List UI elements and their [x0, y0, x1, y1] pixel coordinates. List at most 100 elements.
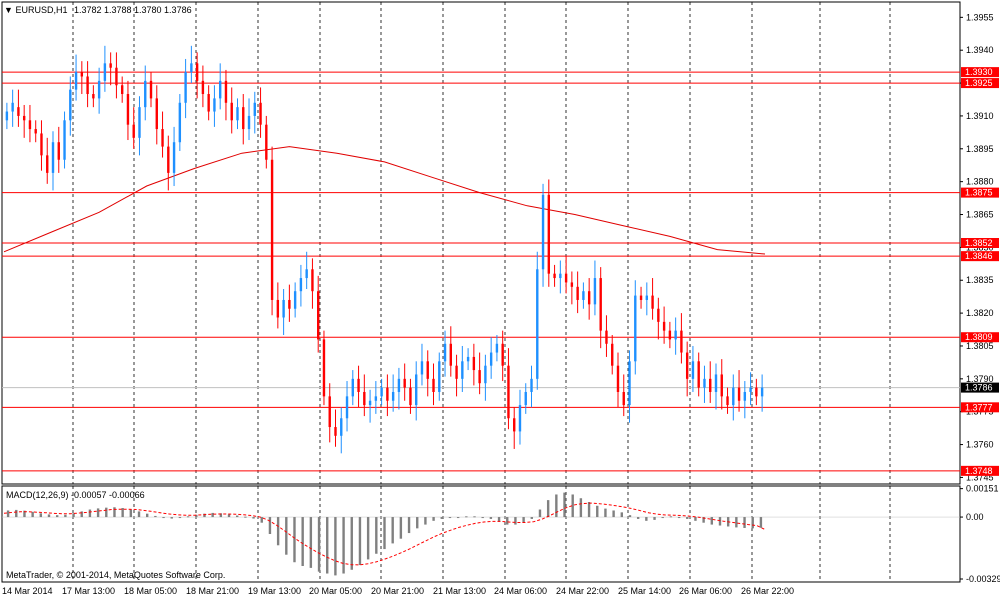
candle-body — [657, 308, 660, 322]
candle-body — [616, 365, 620, 392]
macd-bar — [366, 517, 370, 560]
copyright-text: MetaTrader, © 2001-2014, MetaQuotes Soft… — [6, 570, 226, 580]
candle-body — [126, 94, 130, 125]
price-axis-label: 1.3895 — [966, 144, 994, 154]
macd-bar — [506, 517, 509, 525]
macd-bar — [326, 517, 329, 574]
macd-bar — [735, 517, 738, 528]
time-axis-label: 25 Mar 14:00 — [618, 586, 671, 596]
macd-bar — [473, 516, 476, 518]
candle-body — [639, 295, 643, 300]
candle-body — [749, 387, 752, 392]
macd-bar — [317, 517, 321, 572]
candle-body — [507, 365, 510, 419]
macd-bar — [39, 513, 43, 518]
time-axis-label: 17 Mar 13:00 — [62, 586, 115, 596]
candle-body — [276, 299, 280, 318]
candle-body — [726, 396, 729, 406]
candle-body — [184, 72, 187, 103]
chart-toggle-icon[interactable]: ▼ — [4, 5, 13, 15]
candle-body — [282, 299, 285, 318]
price-axis-label: 1.3940 — [966, 45, 994, 55]
candle-body — [478, 370, 481, 384]
candle-body — [178, 102, 182, 143]
macd-bar — [645, 517, 648, 521]
candle-body — [472, 356, 476, 371]
candle-body — [530, 378, 533, 392]
candle-body — [605, 330, 608, 344]
macd-bar — [448, 517, 452, 519]
macd-bar — [465, 516, 468, 518]
candle-body — [161, 129, 164, 147]
candle-body — [115, 67, 118, 86]
macd-axis-label: -0.00329 — [966, 574, 1000, 584]
price-axis-label: 1.3820 — [966, 308, 994, 318]
macd-bar — [530, 517, 533, 519]
candle-body — [720, 374, 723, 397]
macd-bar — [358, 517, 362, 566]
candle-body — [576, 286, 579, 300]
candle-body — [69, 89, 72, 121]
candle-body — [328, 396, 331, 428]
candle-body — [305, 269, 308, 279]
macd-bar — [636, 517, 640, 519]
candle-body — [547, 194, 551, 274]
candle-body — [363, 391, 366, 406]
candle-body — [207, 94, 210, 112]
candle-body — [449, 343, 452, 366]
level-tag-label: 1.3846 — [965, 251, 993, 261]
candle-body — [97, 80, 101, 99]
price-axis-label: 1.3910 — [966, 111, 994, 121]
candle-body — [340, 418, 343, 436]
candle-body — [732, 387, 735, 406]
macd-bar — [162, 517, 165, 519]
macd-bar — [285, 517, 288, 555]
candle-body — [380, 387, 383, 397]
price-axis-label: 1.3880 — [966, 177, 994, 187]
candle-body — [662, 321, 666, 331]
candle-body — [80, 72, 84, 77]
time-axis-label: 18 Mar 05:00 — [124, 586, 177, 596]
candle-body — [611, 343, 614, 366]
macd-header: MACD(12,26,9) -0.00057 -0.00066 — [6, 490, 145, 500]
level-tag-label: 1.3852 — [965, 238, 993, 248]
candle-body — [587, 291, 591, 305]
candle-body — [40, 133, 43, 156]
candle-body — [103, 63, 107, 81]
macd-bar — [334, 517, 337, 576]
macd-bar — [579, 498, 583, 518]
candle-body — [559, 273, 562, 279]
candle-body — [582, 291, 585, 300]
candle-body — [455, 365, 458, 379]
macd-bar — [121, 508, 124, 518]
candle-body — [5, 111, 9, 121]
price-chart-svg[interactable]: 14 Mar 2014 17 Mar 13:00 18 Mar 05:00 18 Ma… — [0, 0, 1000, 598]
candle-body — [155, 98, 158, 130]
candle-body — [593, 278, 597, 305]
candle-body — [201, 80, 205, 95]
macd-bar — [268, 517, 272, 534]
macd-pane-frame — [1, 485, 961, 583]
macd-bar — [350, 517, 353, 570]
macd-bar — [546, 500, 550, 518]
candle-body — [22, 115, 26, 121]
candle-body — [386, 387, 389, 401]
candle-body — [34, 129, 37, 134]
time-axis-label: 18 Mar 21:00 — [186, 586, 239, 596]
candle-body — [172, 142, 176, 173]
macd-bar — [710, 517, 714, 525]
candle-body — [317, 291, 320, 340]
candle-body — [513, 418, 516, 432]
candle-body — [743, 391, 747, 401]
time-axis-label: 24 Mar 06:00 — [494, 586, 547, 596]
candle-body — [224, 80, 228, 103]
time-axis-label: 26 Mar 06:00 — [679, 586, 732, 596]
macd-bar — [105, 507, 108, 518]
candle-body — [438, 361, 441, 392]
macd-bar — [694, 517, 697, 521]
macd-bar — [178, 517, 182, 519]
macd-bar — [604, 508, 607, 518]
macd-bar — [440, 517, 443, 519]
candle-body — [599, 278, 602, 331]
candle-body — [218, 80, 222, 99]
